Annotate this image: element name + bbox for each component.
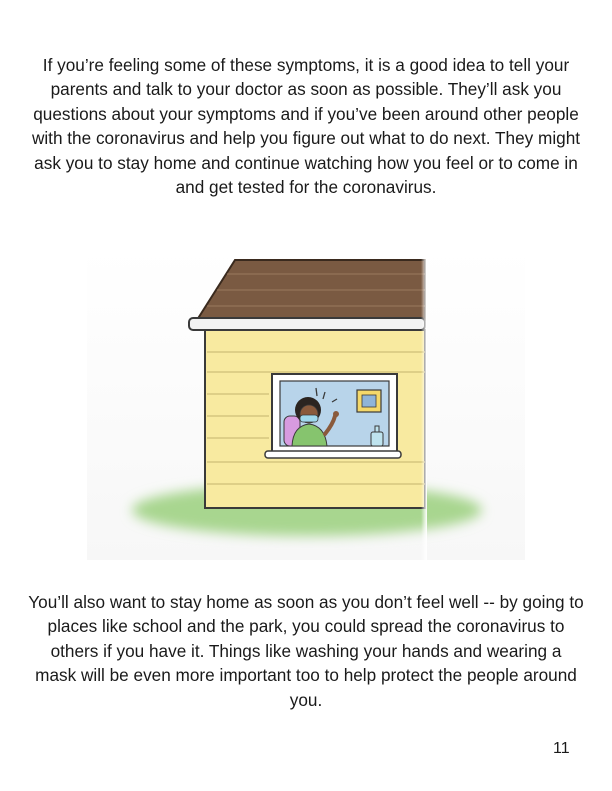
window (264, 373, 402, 459)
window-sill (264, 450, 402, 459)
paragraph-stay-home: You’ll also want to stay home as soon as… (28, 592, 584, 710)
page-number: 11 (553, 740, 570, 757)
house-window-illustration (87, 248, 525, 560)
paragraph-stay-in-touch-with-doctor: If you’re feeling some of these symptoms… (31, 55, 581, 198)
